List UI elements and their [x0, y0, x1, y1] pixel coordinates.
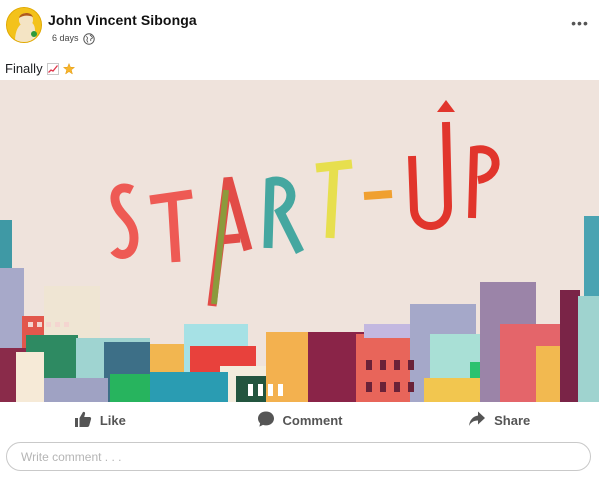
post-meta: 6 days	[52, 31, 95, 45]
post-card: John Vincent Sibonga 6 days ••• Finally	[0, 0, 599, 480]
chart-increasing-icon	[46, 62, 59, 75]
post-time[interactable]: 6 days	[52, 33, 79, 43]
like-button[interactable]: Like	[0, 402, 200, 438]
avatar[interactable]	[6, 7, 42, 43]
more-options-button[interactable]: •••	[571, 16, 589, 32]
post-image[interactable]	[0, 80, 599, 402]
globe-icon	[82, 32, 95, 45]
thumbs-up-icon	[74, 410, 92, 431]
like-label: Like	[99, 412, 126, 428]
comment-label: Comment	[282, 412, 343, 428]
comment-button[interactable]: Comment	[200, 402, 400, 438]
share-arrow-icon	[468, 410, 486, 431]
caption-text: Finally	[5, 61, 43, 76]
comment-input[interactable]	[6, 442, 591, 471]
post-header: John Vincent Sibonga 6 days •••	[0, 0, 599, 54]
post-actions: Like Comment Share	[0, 402, 599, 438]
share-button[interactable]: Share	[399, 402, 599, 438]
speech-bubble-icon	[257, 410, 275, 431]
star-icon	[62, 62, 75, 75]
share-label: Share	[494, 412, 531, 428]
author-name[interactable]: John Vincent Sibonga	[48, 12, 197, 28]
post-caption: Finally	[5, 61, 75, 76]
